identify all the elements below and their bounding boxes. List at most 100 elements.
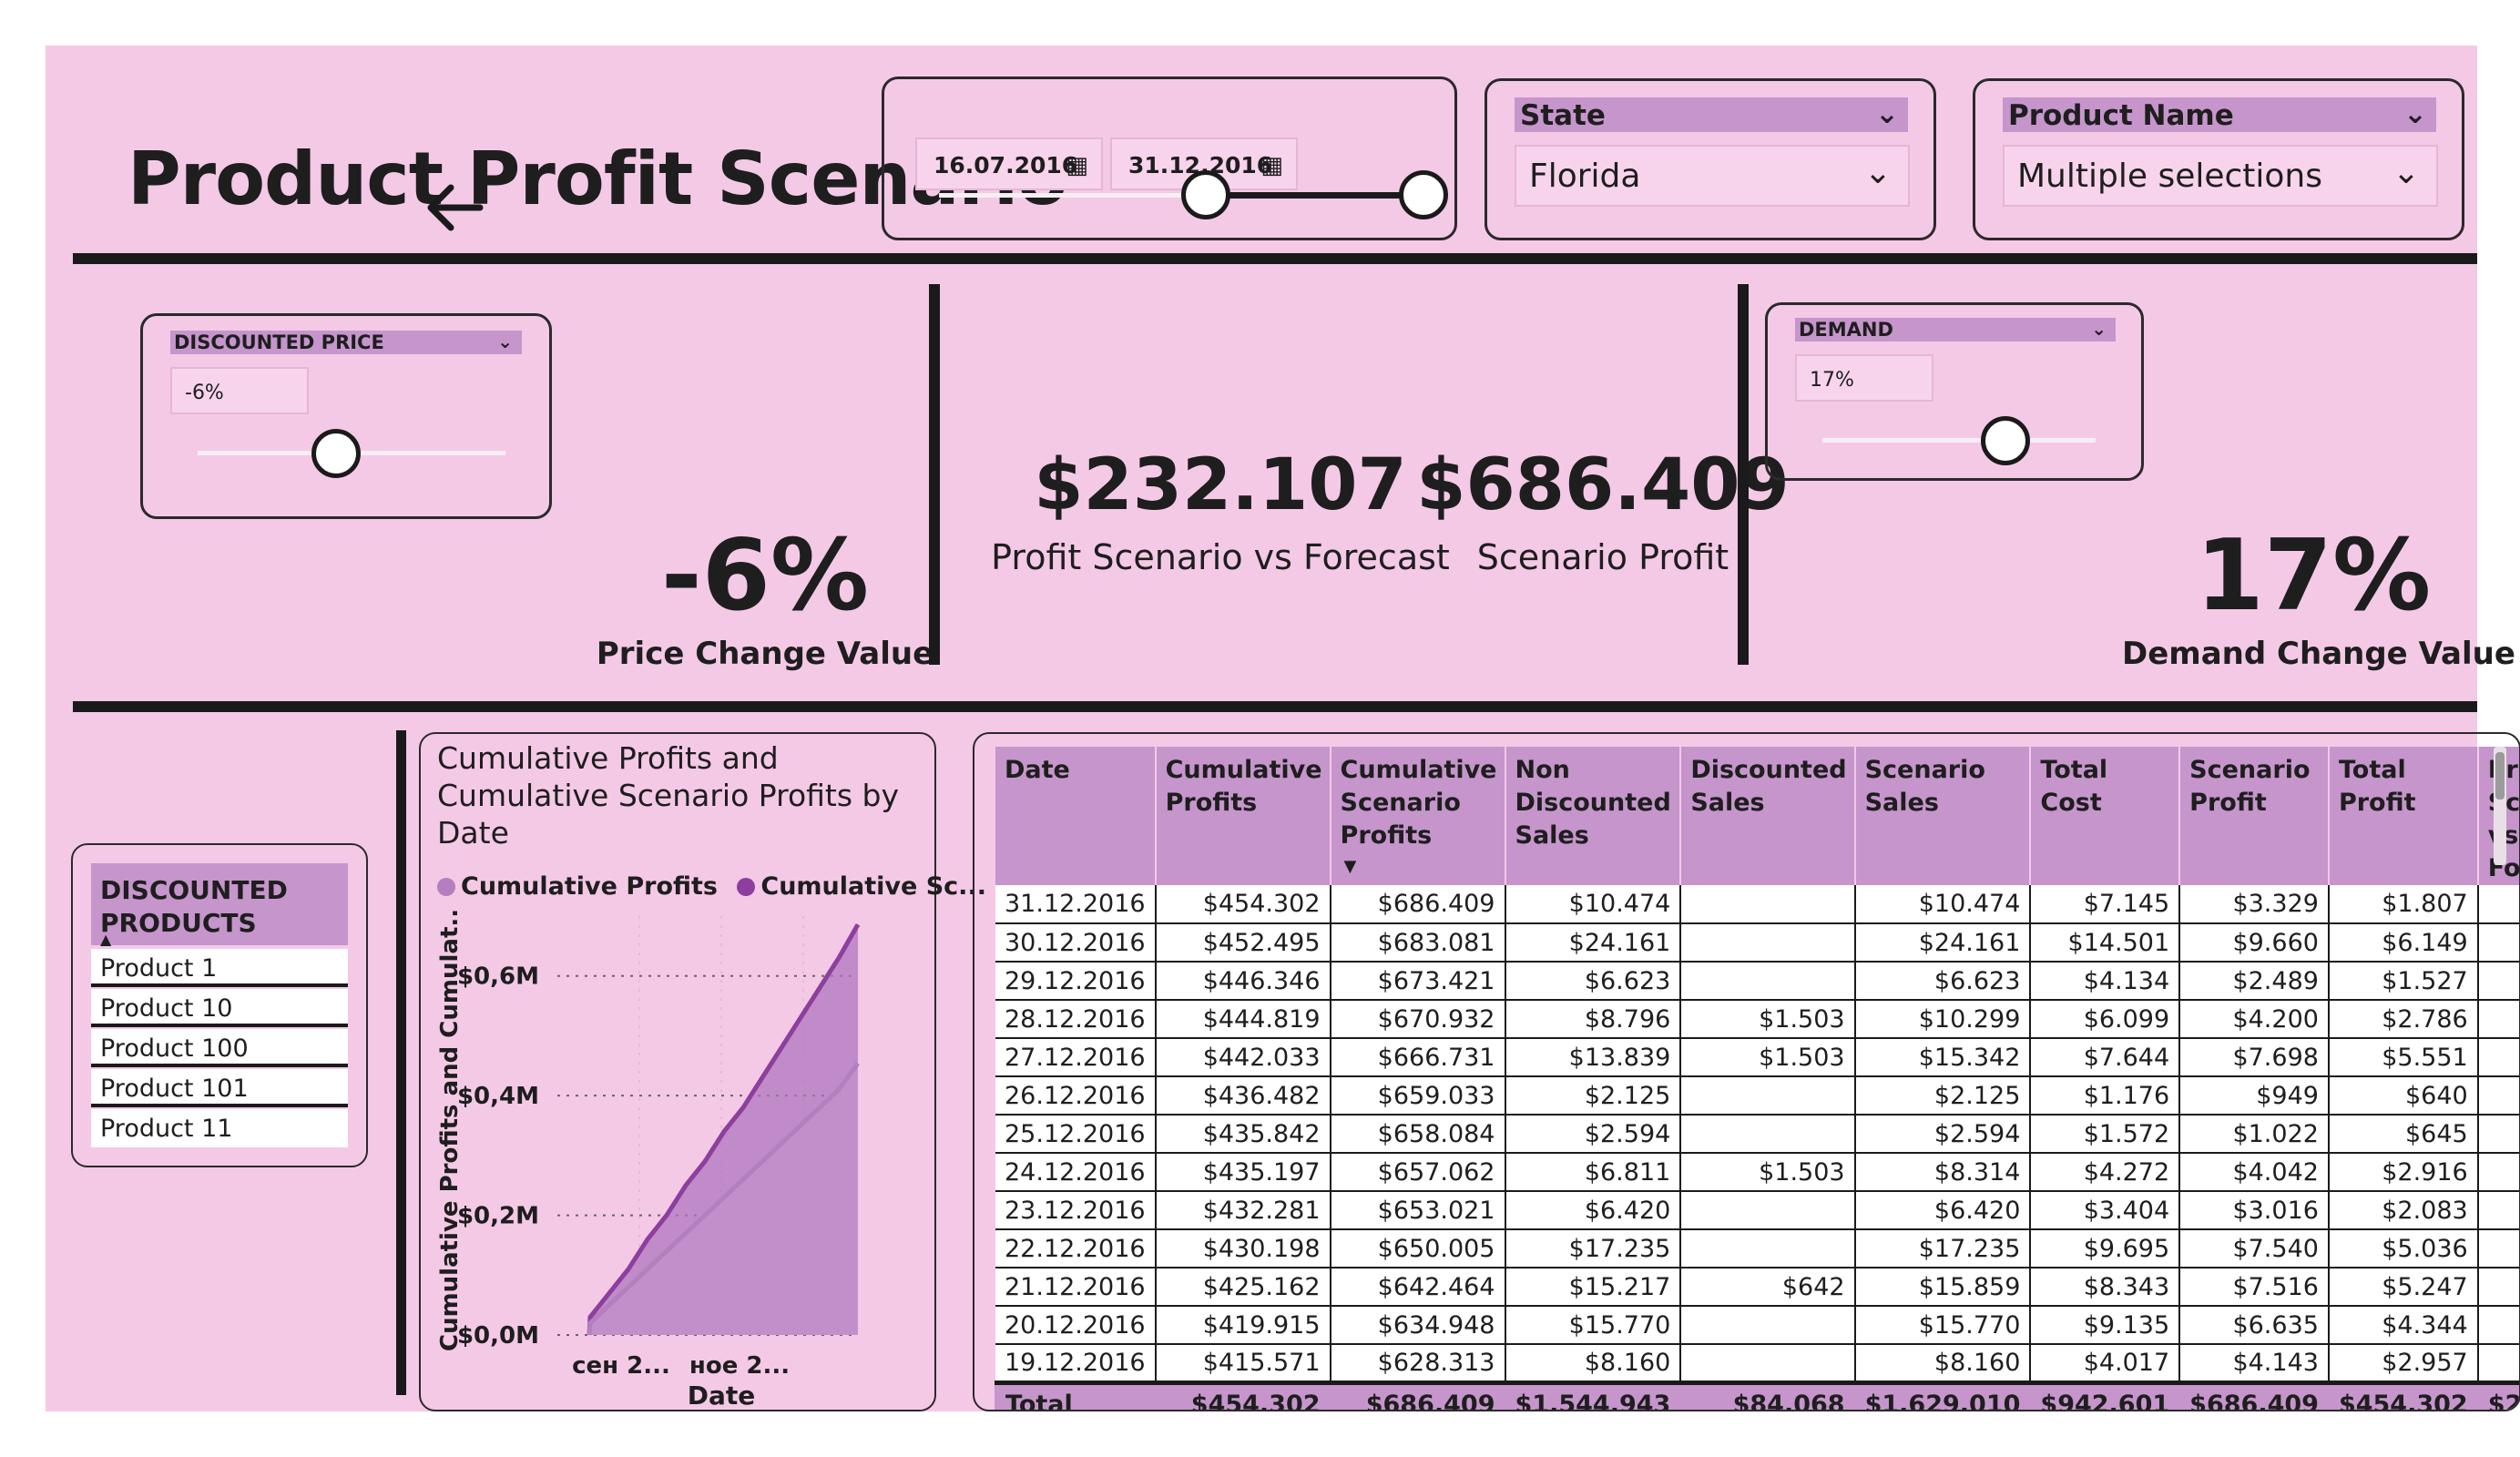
table-cell xyxy=(1679,1076,1855,1116)
table-row[interactable]: 23.12.2016 $432.281 $653.021 $6.420 $6.420 $3… xyxy=(995,1191,2519,1230)
column-header[interactable]: Discounted Sales xyxy=(1679,747,1855,885)
table-cell: $6.635 xyxy=(2178,1306,2329,1345)
column-header[interactable]: Scenario Profit xyxy=(2178,747,2329,885)
table-cell: $10.474 xyxy=(1853,885,2031,924)
table-cell: $5.036 xyxy=(2327,1229,2478,1269)
y-tick-label: $0,4M xyxy=(457,1083,539,1110)
table-cell: $2.594 xyxy=(1504,1115,1681,1154)
list-item[interactable]: Product 100 xyxy=(91,1029,348,1067)
list-item[interactable]: Product 1 xyxy=(91,949,348,987)
chevron-down-icon[interactable]: ⌄ xyxy=(497,331,513,352)
table-row[interactable]: 22.12.2016 $430.198 $650.005 $17.235 $17.235… xyxy=(995,1229,2519,1269)
table-cell: 21.12.2016 xyxy=(995,1268,1156,1307)
column-header[interactable]: Scenario Sales xyxy=(1853,747,2031,885)
column-header[interactable]: Cumulative Profits xyxy=(1154,747,1331,885)
table-row[interactable]: 31.12.2016 $454.302 $686.409 $10.474 $10.474… xyxy=(995,885,2519,924)
table-cell: $2.786 xyxy=(2327,1000,2478,1039)
state-dropdown[interactable]: Florida ⌄ xyxy=(1515,145,1910,207)
table-cell: $4.134 xyxy=(2029,962,2180,1001)
divider-middle xyxy=(73,701,2477,712)
table-cell: $452.495 xyxy=(1154,923,1331,963)
table-cell: 22.12.2016 xyxy=(995,1229,1156,1269)
table-cell: $15.770 xyxy=(1504,1306,1681,1345)
sort-desc-icon[interactable]: ▼ xyxy=(1344,851,1357,883)
table-row[interactable]: 24.12.2016 $435.197 $657.062 $6.811 $1.503 $8… xyxy=(995,1153,2519,1192)
table-row[interactable]: 28.12.2016 $444.819 $670.932 $8.796 $1.503 $1… xyxy=(995,1000,2519,1039)
table-cell xyxy=(1679,923,1855,963)
table-row[interactable]: 20.12.2016 $419.915 $634.948 $15.770 $15.770… xyxy=(995,1306,2519,1345)
column-header-label: Scenario Profit xyxy=(2189,756,2311,817)
table-cell: $7.145 xyxy=(2029,885,2180,924)
y-axis-title: Cumulative Profits and Cumulat... xyxy=(436,907,464,1351)
demand-slider-handle[interactable] xyxy=(1981,416,2030,465)
chevron-down-icon[interactable]: ⌄ xyxy=(1875,97,1899,130)
discounted-price-input[interactable]: -6% xyxy=(170,367,309,414)
start-date-input[interactable]: 16.07.2016 ▦ xyxy=(915,138,1103,190)
price-change-value: -6% xyxy=(660,519,870,633)
table-cell: $4.344 xyxy=(2327,1306,2478,1345)
list-item[interactable]: Product 101 xyxy=(91,1069,348,1107)
calendar-icon[interactable]: ▦ xyxy=(1066,152,1088,179)
state-dropdown-value: Florida xyxy=(1529,158,1641,195)
demand-slider-track[interactable] xyxy=(1822,438,2096,443)
scrollbar-thumb[interactable] xyxy=(2495,752,2505,800)
discounted-products-header[interactable]: DISCOUNTED PRODUCTS ▲ xyxy=(91,863,348,948)
table-cell: $1.126 xyxy=(2476,1153,2519,1192)
chevron-down-icon: ⌄ xyxy=(1863,154,1892,191)
chart-plot[interactable]: $0,0M $0,2M $0,4M $0,6M сен 2... ное 2...Date… xyxy=(421,907,931,1408)
table-row[interactable]: 26.12.2016 $436.482 $659.033 $2.125 $2.125 $1… xyxy=(995,1076,2519,1116)
demand-input[interactable]: 17% xyxy=(1795,354,1933,402)
table-cell: $2.957 xyxy=(2327,1344,2478,1383)
chevron-down-icon[interactable]: ⌄ xyxy=(2091,318,2107,340)
table-row[interactable]: 27.12.2016 $442.033 $666.731 $13.839 $1.503 $… xyxy=(995,1038,2519,1077)
table-cell: $1.186 xyxy=(2476,1344,2519,1383)
arrow-left-icon[interactable] xyxy=(423,180,487,235)
table-cell xyxy=(1679,885,1855,924)
table-cell: $2.504 xyxy=(2476,1229,2519,1269)
table-cell: $9.695 xyxy=(2029,1229,2180,1269)
column-header[interactable]: Total Profit xyxy=(2327,747,2478,885)
calendar-icon[interactable]: ▦ xyxy=(1260,152,1283,179)
table-cell: $13.839 xyxy=(1504,1038,1681,1077)
table-cell: $4.272 xyxy=(2029,1153,2180,1192)
table-cell: $436.482 xyxy=(1154,1076,1331,1116)
product-dropdown[interactable]: Multiple selections ⌄ xyxy=(2003,145,2438,207)
table-cell: $8.160 xyxy=(1853,1344,2031,1383)
table-cell: $444.819 xyxy=(1154,1000,1331,1039)
table-row[interactable]: 29.12.2016 $446.346 $673.421 $6.623 $6.623 $4… xyxy=(995,962,2519,1001)
table-cell: $949 xyxy=(2178,1076,2329,1116)
chevron-down-icon[interactable]: ⌄ xyxy=(2403,97,2427,130)
table-row[interactable]: 21.12.2016 $425.162 $642.464 $15.217 $642 $15… xyxy=(995,1268,2519,1307)
table-cell: $419.915 xyxy=(1154,1306,1331,1345)
list-item[interactable]: Product 11 xyxy=(91,1109,348,1147)
y-tick-label: $0,0M xyxy=(457,1322,539,1350)
table-cell: $1.503 xyxy=(1679,1038,1855,1077)
column-header[interactable]: Non Discounted Sales xyxy=(1504,747,1681,885)
date-slider-end-handle[interactable] xyxy=(1399,170,1448,219)
discounted-price-header[interactable]: DISCOUNTED PRICE ⌄ xyxy=(170,331,522,354)
kpi-divider-right xyxy=(1738,284,1749,665)
date-slider-start-handle[interactable] xyxy=(1180,170,1230,219)
state-slicer-header[interactable]: State ⌄ xyxy=(1515,97,1908,132)
table-cell: $3.016 xyxy=(2178,1191,2329,1230)
table-row[interactable]: 30.12.2016 $452.495 $683.081 $24.161 $24.161… xyxy=(995,923,2519,963)
legend-item-cumulative-profits[interactable]: Cumulative Profits xyxy=(461,872,718,901)
table-cell: $2.125 xyxy=(1504,1076,1681,1116)
column-header[interactable]: Total Cost xyxy=(2029,747,2180,885)
table-row[interactable]: 25.12.2016 $435.842 $658.084 $2.594 $2.594 $1… xyxy=(995,1115,2519,1154)
demand-slicer-header[interactable]: DEMAND ⌄ xyxy=(1795,318,2116,341)
table-cell: $446.346 xyxy=(1154,962,1331,1001)
discounted-price-slicer: DISCOUNTED PRICE ⌄ -6% xyxy=(140,313,552,519)
list-item[interactable]: Product 10 xyxy=(91,989,348,1027)
table-row[interactable]: 19.12.2016 $415.571 $628.313 $8.160 $8.160 $4… xyxy=(995,1344,2519,1383)
table-cell: 30.12.2016 xyxy=(995,923,1156,963)
legend-item-cumulative-scenario[interactable]: Cumulative Sc... xyxy=(760,872,986,901)
product-name-slicer: Product Name ⌄ Multiple selections ⌄ xyxy=(1973,78,2464,240)
table-cell: 23.12.2016 xyxy=(995,1191,1156,1230)
column-header[interactable]: Cumulative Scenario Profits ▼ xyxy=(1329,747,1505,885)
discounted-price-slider-handle[interactable] xyxy=(311,429,362,478)
chart-legend: Cumulative Profits Cumulative Sc... xyxy=(437,872,986,901)
product-slicer-header[interactable]: Product Name ⌄ xyxy=(2003,97,2436,132)
column-header[interactable]: Date xyxy=(995,747,1156,885)
total-cell: $232.107 xyxy=(2476,1380,2519,1410)
